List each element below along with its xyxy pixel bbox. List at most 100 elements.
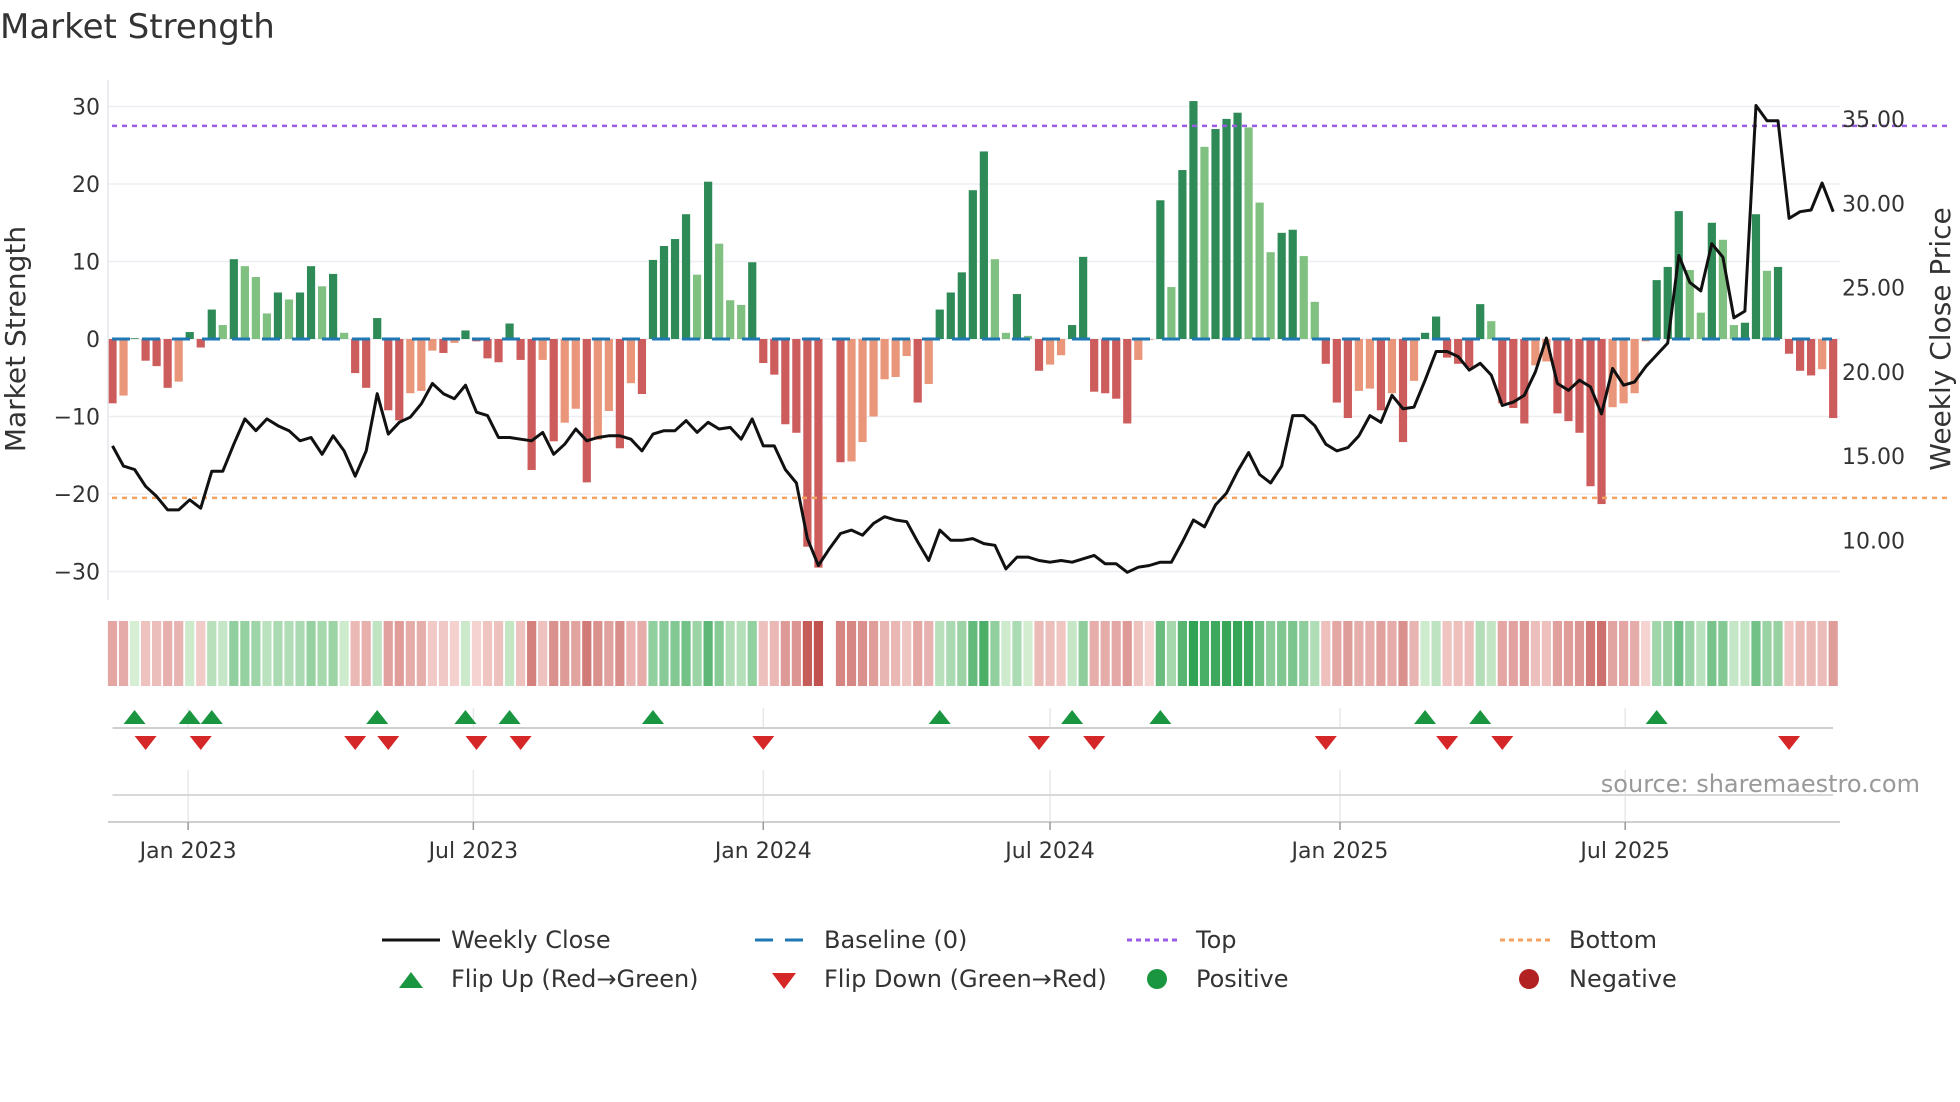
heat-cell: [1199, 621, 1210, 686]
flip-up-marker: [928, 710, 951, 724]
heat-cell: [1210, 621, 1221, 686]
heat-cell: [659, 621, 669, 686]
heat-cell: [1795, 621, 1805, 686]
negative-bar: [1332, 339, 1341, 403]
heat-cell: [306, 621, 316, 686]
y2-tick-label: 35.00: [1842, 108, 1905, 133]
heat-cell: [240, 621, 250, 686]
heat-cell: [1100, 621, 1110, 686]
heat-cell: [802, 621, 812, 686]
heat-cell: [218, 621, 228, 686]
source-label: source: sharemaestro.com: [1601, 770, 1920, 798]
heat-cell: [1751, 621, 1761, 686]
heat-cell: [152, 621, 162, 686]
negative-bar: [417, 339, 426, 391]
negative-bar: [626, 339, 636, 384]
positive-bar: [726, 300, 735, 339]
positive-bar: [461, 330, 470, 339]
positive-bar: [1751, 214, 1761, 339]
heat-cell: [1255, 621, 1265, 686]
negative-bar: [384, 339, 393, 411]
y-tick-label: 10: [72, 251, 100, 276]
negative-bar: [1564, 339, 1573, 422]
heat-cell: [405, 621, 415, 686]
heat-cell: [129, 621, 140, 686]
heat-cell: [1177, 621, 1188, 686]
legend-item-baseline: Baseline (0): [755, 926, 967, 954]
x-tick-label: Jan 2023: [138, 839, 237, 864]
legend-label: Positive: [1196, 965, 1289, 993]
heat-cell: [924, 621, 934, 686]
heat-cell: [207, 621, 217, 686]
heat-cell: [990, 621, 1000, 686]
positive-bar: [1652, 280, 1661, 339]
positive-bar: [681, 214, 691, 339]
negative-bar: [1387, 339, 1397, 394]
positive-bar: [340, 332, 349, 339]
positive-bar: [1255, 202, 1264, 339]
heat-cell: [957, 621, 967, 686]
positive-bar: [1740, 322, 1750, 339]
positive-bar: [373, 318, 382, 339]
heat-cell: [571, 621, 581, 686]
y-tick-label: −20: [54, 483, 100, 508]
legend-item-positive: Positive: [1147, 965, 1289, 993]
negative-bar: [891, 339, 900, 377]
negative-bar: [814, 339, 823, 568]
y2-axis-label: Weekly Close Price: [1924, 207, 1957, 470]
positive-bar: [1178, 170, 1187, 339]
negative-bar: [1575, 339, 1584, 433]
x-tick-label: Jul 2023: [427, 839, 519, 864]
positive-bar: [935, 309, 944, 339]
legend-label: Flip Down (Green→Red): [824, 965, 1107, 993]
heat-cell: [615, 621, 625, 686]
chart-title: Market Strength: [0, 7, 275, 47]
heat-cell: [1707, 621, 1717, 686]
heat-cell: [549, 621, 559, 686]
heat-cell: [1034, 621, 1044, 686]
heat-cell: [1729, 621, 1739, 686]
heat-cell: [681, 621, 691, 686]
heat-cell: [1696, 621, 1706, 686]
positive-bar: [990, 259, 999, 339]
negative-bar: [637, 339, 647, 395]
heat-cell: [1817, 621, 1827, 686]
negative-bar: [1056, 339, 1066, 356]
negative-bar: [494, 339, 503, 363]
flip-up-marker: [123, 710, 146, 724]
heat-cell: [1398, 621, 1408, 686]
heat-cell: [714, 621, 724, 686]
heat-cell: [1773, 621, 1783, 686]
flip-down-marker: [134, 736, 157, 750]
positive-bar: [505, 323, 514, 339]
negative-bar: [1034, 339, 1044, 371]
heat-cell: [538, 621, 548, 686]
heat-cell: [1718, 621, 1728, 686]
positive-bar: [262, 313, 272, 339]
negative-bar: [1586, 339, 1595, 487]
heat-cell: [1056, 621, 1066, 686]
positive-bar: [1068, 325, 1077, 339]
heat-cell: [1519, 621, 1529, 686]
negative-bar: [924, 339, 933, 384]
x-tick-label: Jan 2024: [713, 839, 812, 864]
positive-bar: [1487, 321, 1496, 339]
heat-cell: [1784, 621, 1794, 686]
legend-label: Negative: [1569, 965, 1677, 993]
heat-cell: [1685, 621, 1695, 686]
heat-cell: [703, 621, 713, 686]
flip-up-marker: [641, 710, 664, 724]
heat-cell: [1277, 621, 1287, 686]
heat-cell: [1563, 621, 1574, 686]
positive-bar: [1288, 229, 1297, 339]
flip-up-marker: [1469, 710, 1492, 724]
heat-cell: [1288, 621, 1298, 686]
heat-cell: [273, 621, 283, 686]
heat-cell: [670, 621, 680, 686]
negative-bar: [869, 339, 878, 417]
heat-cell: [427, 621, 437, 686]
legend-item-top: Top: [1127, 926, 1237, 954]
heat-cell: [1552, 621, 1563, 686]
heat-cell: [1122, 621, 1132, 686]
positive-bar: [737, 304, 746, 339]
